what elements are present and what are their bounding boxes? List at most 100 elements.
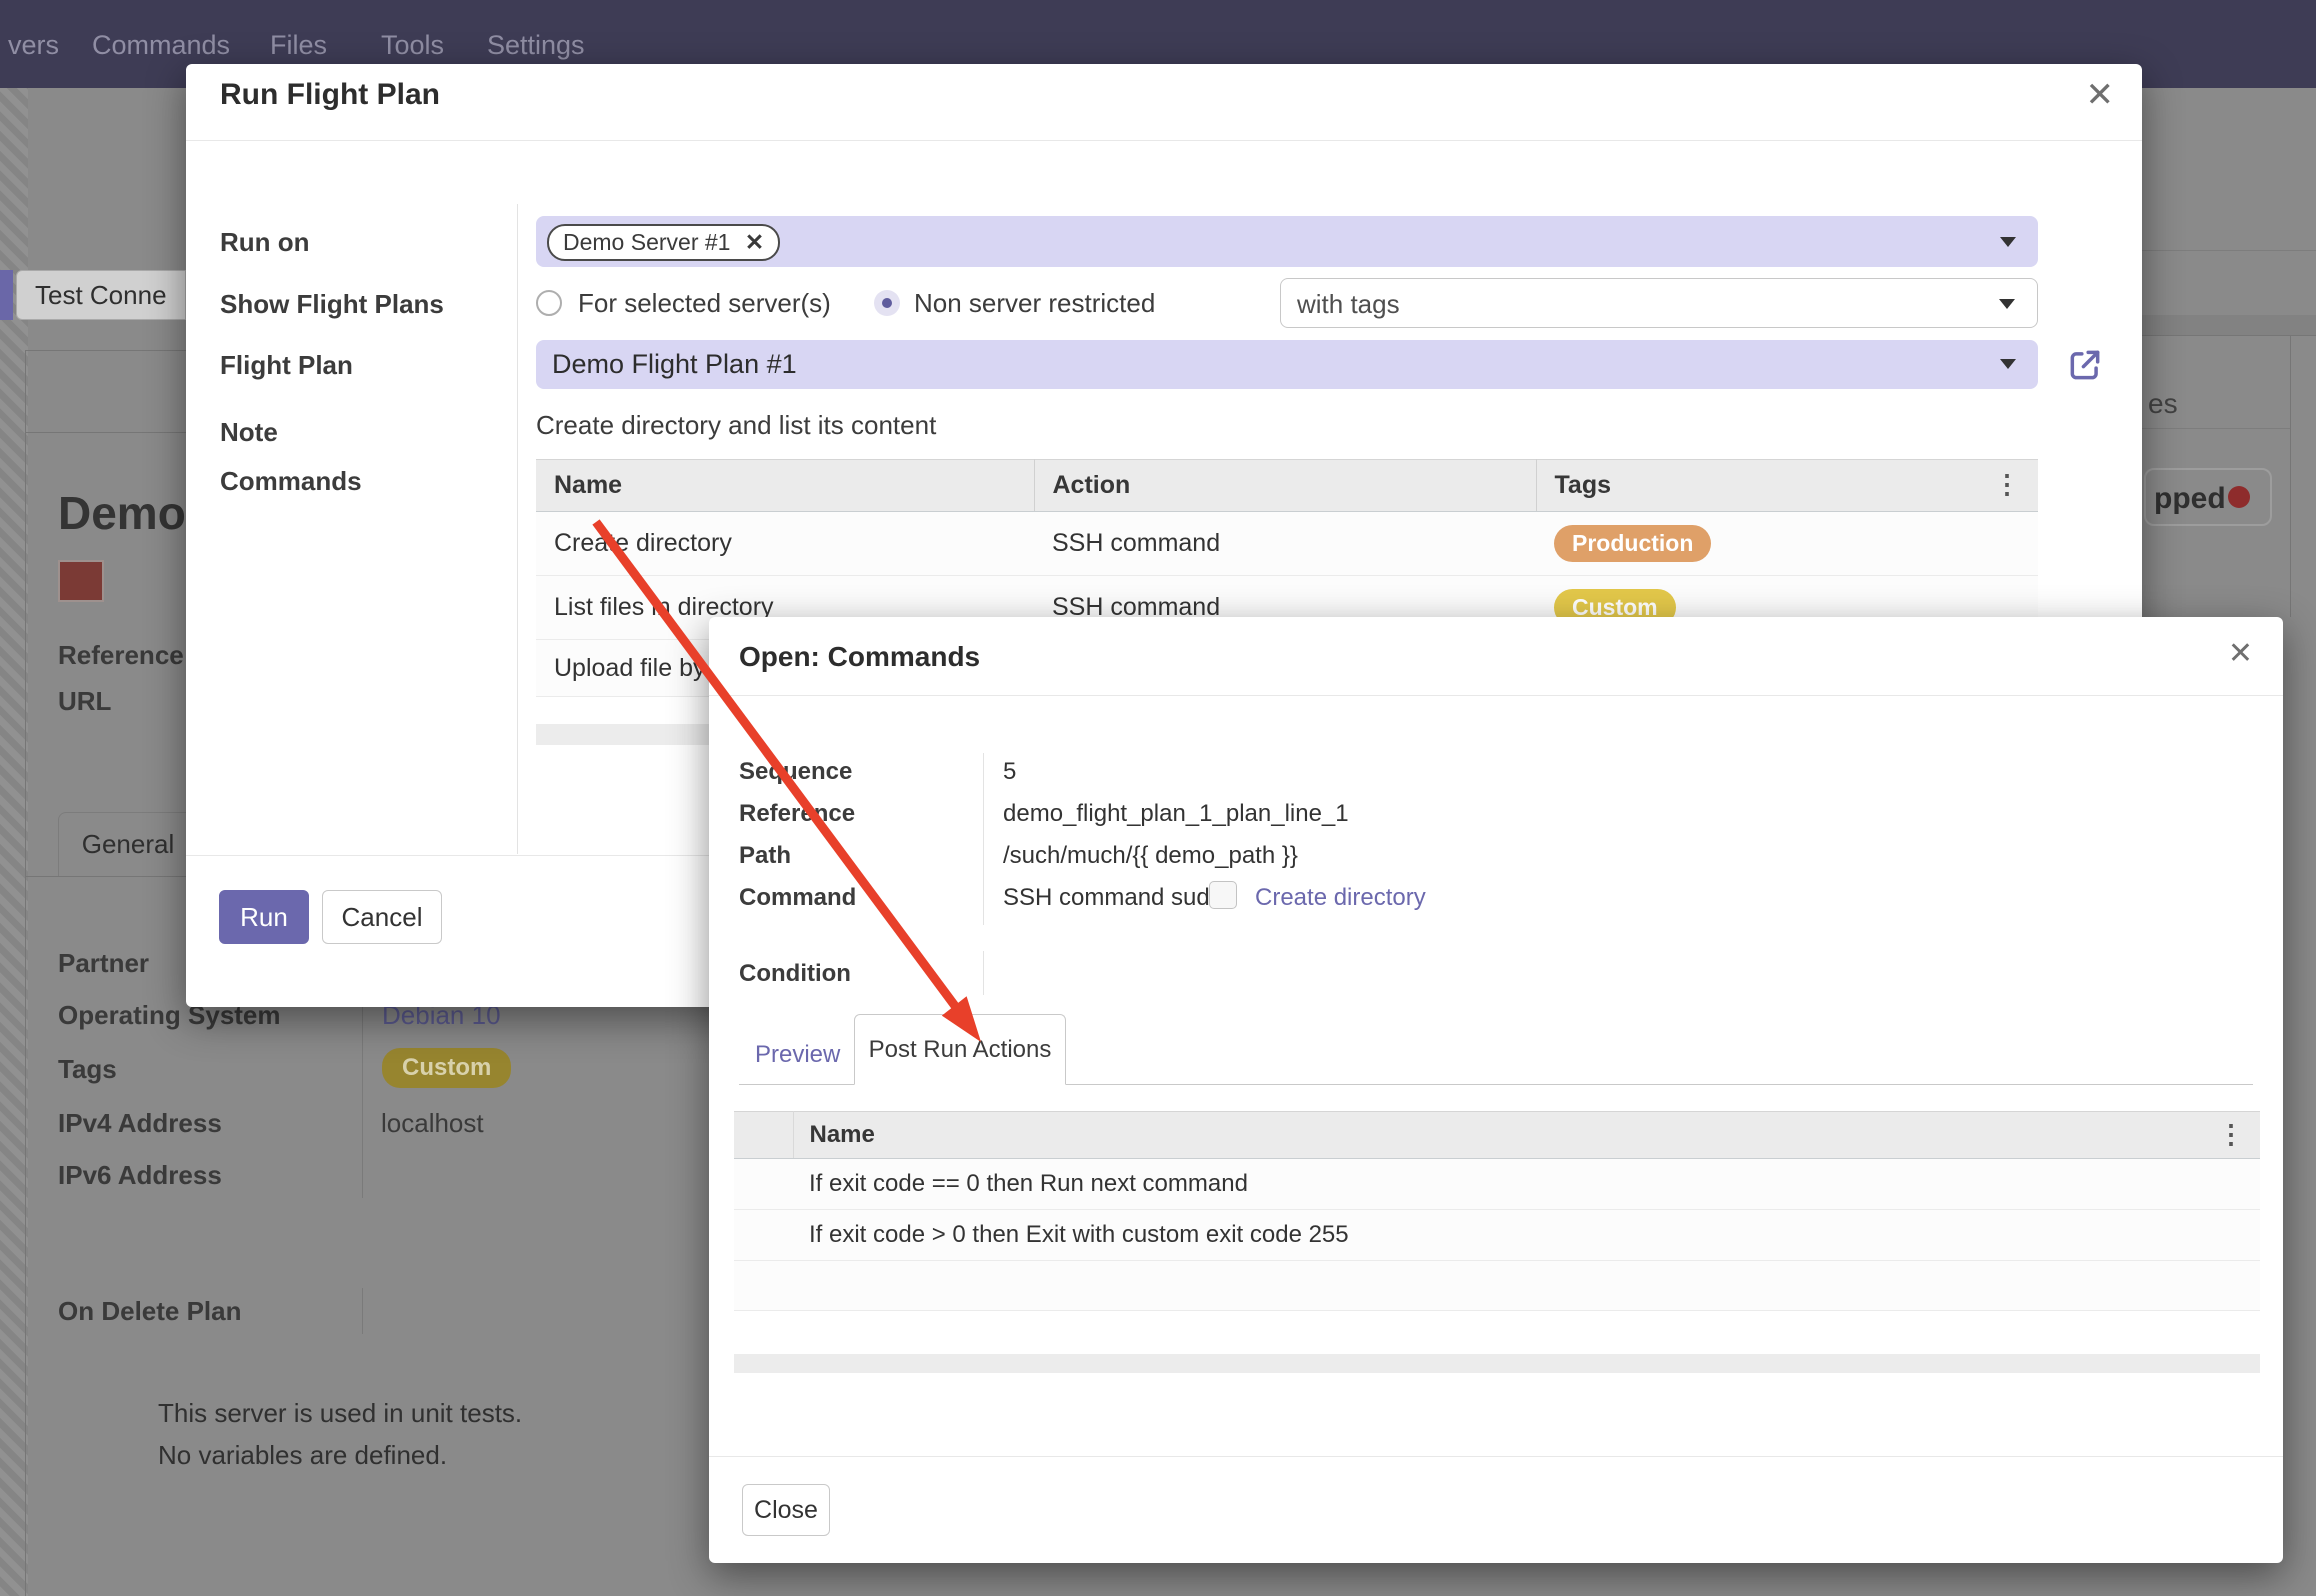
post-run-row-exit-gt0[interactable]: If exit code > 0 then Exit with custom e… — [734, 1210, 2260, 1261]
post-run-header-row: Name ⋮ — [734, 1112, 2260, 1159]
run-modal-close-icon[interactable]: ✕ — [2086, 78, 2115, 112]
cell-handle — [734, 1210, 793, 1261]
cell-name: If exit code == 0 then Run next command — [793, 1159, 2260, 1210]
nav-item-settings[interactable]: Settings — [487, 30, 585, 61]
flight-plan-value: Demo Flight Plan #1 — [552, 349, 797, 380]
ipv4-label: IPv4 Address — [58, 1108, 222, 1139]
post-run-row-exit-0[interactable]: If exit code == 0 then Run next command — [734, 1159, 2260, 1210]
panel-subheader-line — [25, 432, 186, 433]
partner-label: Partner — [58, 948, 149, 979]
remove-tag-icon[interactable]: ✕ — [745, 229, 764, 255]
nav-item-commands[interactable]: Commands — [92, 30, 230, 61]
flight-plan-label: Flight Plan — [220, 350, 353, 381]
post-run-options-kebab-icon[interactable]: ⋮ — [2218, 1121, 2244, 1147]
column-header-empty — [734, 1112, 793, 1159]
background-primary-button-fragment[interactable] — [0, 270, 13, 320]
column-header-name-2[interactable]: Name ⋮ — [793, 1112, 2260, 1159]
commands-modal-title: Open: Commands — [739, 641, 980, 673]
command-label: Command — [739, 884, 856, 912]
nav-item-tools[interactable]: Tools — [381, 30, 444, 61]
cell-name: Create directory — [536, 512, 1034, 576]
column-header-action[interactable]: Action — [1034, 460, 1536, 512]
cell-action: SSH command — [1034, 512, 1536, 576]
flight-plan-select[interactable]: Demo Flight Plan #1 — [536, 340, 2038, 389]
table-options-kebab-icon[interactable]: ⋮ — [1994, 471, 2020, 497]
run-on-caret-icon — [2000, 237, 2016, 247]
flight-plan-caret-icon — [2000, 359, 2016, 369]
ipv4-value: localhost — [381, 1108, 484, 1139]
app-screen: vers Commands Files Tools Settings Test … — [0, 0, 2316, 1596]
tab-post-run-actions[interactable]: Post Run Actions — [854, 1014, 1066, 1085]
post-run-row-empty — [734, 1261, 2260, 1311]
radio-for-selected-servers-label: For selected server(s) — [578, 288, 831, 319]
run-on-tag-pill: Demo Server #1 ✕ — [547, 224, 780, 261]
run-on-select[interactable]: Demo Server #1 ✕ — [536, 216, 2038, 267]
open-commands-modal: Open: Commands ✕ Sequence 5 Reference de… — [709, 617, 2283, 1563]
production-tag-badge: Production — [1554, 525, 1711, 562]
cancel-button[interactable]: Cancel — [322, 890, 442, 944]
show-flight-plans-label: Show Flight Plans — [220, 289, 444, 320]
reference-field-value: demo_flight_plan_1_plan_line_1 — [1003, 800, 1349, 828]
fields-separator-line — [983, 753, 984, 925]
nav-item-files[interactable]: Files — [270, 30, 327, 61]
right-divider-2 — [2142, 428, 2290, 429]
tab-preview[interactable]: Preview — [755, 1041, 840, 1069]
radio-non-server-restricted[interactable] — [874, 290, 900, 316]
nav-item-servers-fragment[interactable]: vers — [8, 30, 59, 61]
commands-modal-close-icon[interactable]: ✕ — [2228, 639, 2253, 669]
url-label: URL — [58, 686, 111, 717]
cell-handle — [734, 1159, 793, 1210]
cell-empty — [793, 1261, 2260, 1311]
create-directory-checkbox[interactable] — [1209, 881, 1237, 909]
panel-border-left — [25, 350, 26, 1596]
run-modal-title: Run Flight Plan — [220, 78, 440, 112]
run-modal-header-divider — [186, 140, 2142, 141]
column-header-tags[interactable]: Tags ⋮ — [1536, 460, 2038, 512]
field-separator-line — [362, 998, 363, 1198]
unit-test-note-line1: This server is used in unit tests. — [158, 1398, 522, 1429]
cell-name: If exit code > 0 then Exit with custom e… — [793, 1210, 2260, 1261]
custom-tag-badge: Custom — [382, 1048, 511, 1088]
column-header-name[interactable]: Name — [536, 460, 1034, 512]
reference-field-label: Reference — [739, 800, 855, 828]
status-stopped-dot — [2228, 486, 2250, 508]
cell-tags: Production — [1536, 512, 2038, 576]
command-row-create-directory[interactable]: Create directory SSH command Production — [536, 512, 2038, 576]
reference-label: Reference — [58, 640, 184, 671]
run-on-tag-label: Demo Server #1 — [563, 229, 730, 255]
condition-label: Condition — [739, 960, 851, 988]
sequence-value: 5 — [1003, 758, 1016, 786]
cell-handle — [734, 1261, 793, 1311]
status-badge-text-fragment: pped — [2154, 482, 2226, 516]
ipv6-label: IPv6 Address — [58, 1160, 222, 1191]
radio-for-selected-servers[interactable] — [536, 290, 562, 316]
flight-plan-note-text: Create directory and list its content — [536, 410, 936, 441]
color-swatch — [58, 560, 104, 602]
tags-value: Custom — [382, 1048, 511, 1088]
commands-modal-footer-divider — [709, 1456, 2283, 1457]
radio-non-server-restricted-label: Non server restricted — [914, 288, 1155, 319]
unit-test-note-line2: No variables are defined. — [158, 1440, 447, 1471]
commands-label: Commands — [220, 466, 362, 497]
with-tags-select[interactable]: with tags — [1280, 278, 2038, 328]
tab-general[interactable]: General — [58, 812, 198, 876]
right-panel-border — [2290, 335, 2291, 617]
path-value: /such/much/{{ demo_path }} — [1003, 842, 1298, 870]
commands-table-header-row: Name Action Tags ⋮ — [536, 460, 2038, 512]
panel-border-top — [25, 350, 186, 351]
create-directory-link[interactable]: Create directory — [1255, 884, 1426, 912]
run-button[interactable]: Run — [219, 890, 309, 944]
close-button[interactable]: Close — [742, 1484, 830, 1536]
right-divider-1 — [2142, 250, 2316, 251]
fields-separator-line-2 — [983, 951, 984, 995]
test-connection-button[interactable]: Test Conne — [16, 270, 186, 320]
field-separator-line-2 — [362, 1288, 363, 1334]
status-badge: pped — [2144, 468, 2272, 526]
right-text-fragment: es — [2148, 388, 2178, 420]
note-label: Note — [220, 417, 278, 448]
with-tags-caret-icon — [1999, 299, 2015, 309]
external-link-icon[interactable] — [2066, 346, 2104, 384]
sequence-label: Sequence — [739, 758, 852, 786]
tags-label: Tags — [58, 1054, 117, 1085]
column-header-tags-label: Tags — [1555, 471, 1612, 499]
